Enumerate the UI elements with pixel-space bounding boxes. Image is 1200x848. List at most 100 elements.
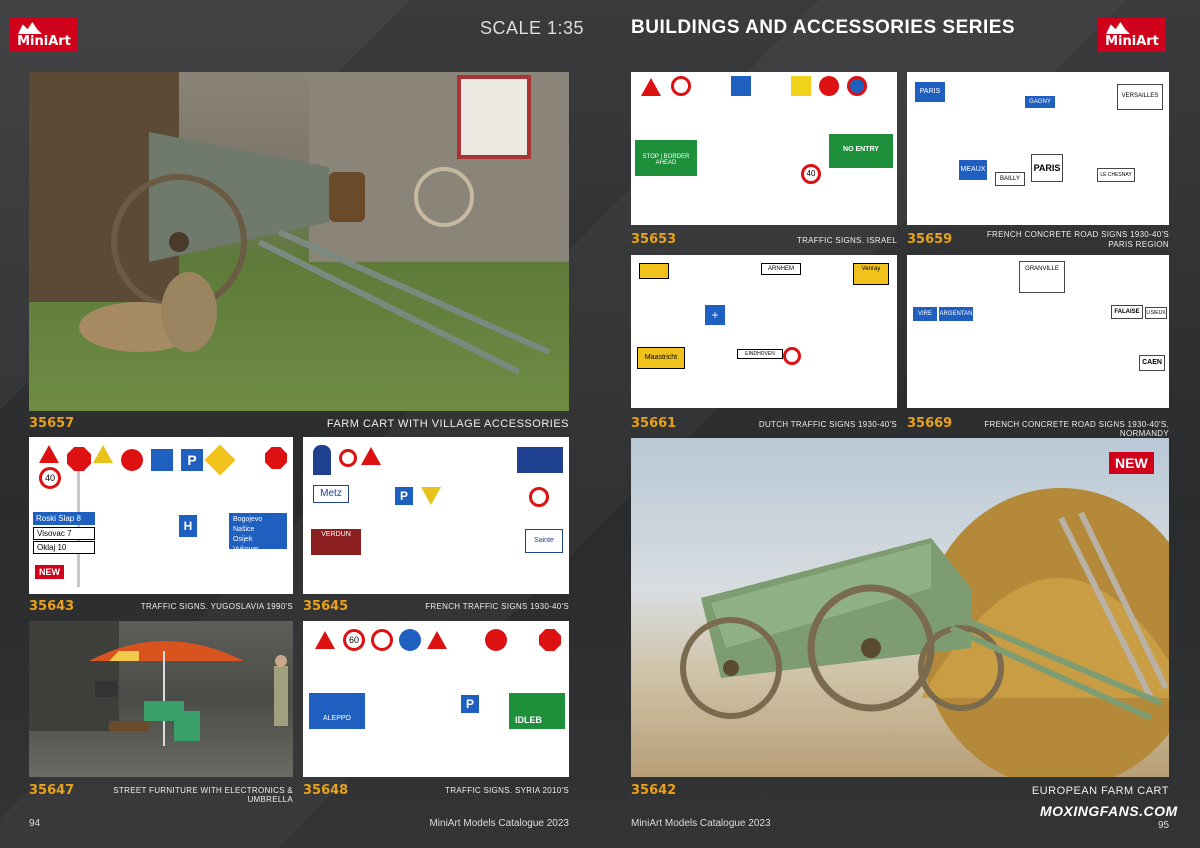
direction-sign: EINDHOVEN (737, 349, 783, 359)
milestone-sign: VIRE (913, 307, 937, 321)
sign-line: Našice (233, 526, 255, 533)
product-code: 35661 (631, 416, 677, 431)
direction-board: Bogojevo Našice Osijek Vukovar (229, 513, 287, 553)
milestone-sign: GRANVILLE (1019, 261, 1065, 293)
warning-sign-icon (361, 447, 381, 465)
milestone-sign: PARIS (1031, 154, 1063, 182)
product-name: TRAFFIC SIGNS. ISRAEL (796, 236, 897, 245)
speed-limit-sign: 60 (343, 629, 365, 651)
direction-sign: ARNHEM (761, 263, 801, 275)
direction-sign: Roski Slap 8 (33, 512, 95, 525)
milestone-sign: ARGENTAN (939, 307, 973, 321)
milestone-sign: GAGNY (1025, 96, 1055, 108)
miniart-logo-right: MiniArt (1098, 18, 1166, 52)
watermark: MOXINGFANS.COM (1040, 803, 1178, 819)
warning-sign-icon (641, 78, 661, 96)
milestone-sign: PARIS (915, 82, 945, 102)
prohibition-sign-icon (371, 629, 393, 651)
product-code: 35645 (303, 599, 349, 614)
sign-line: Vukovar (233, 546, 259, 553)
milestone-sign: MEAUX (959, 160, 987, 180)
town-sign (639, 263, 669, 279)
border-sign: STOP | BORDER AHEAD (635, 140, 697, 176)
direction-sign: Visovac 7 (33, 527, 95, 540)
farm-cart-illustration (29, 72, 569, 375)
product-image-35653: STOP | BORDER AHEAD NO ENTRY 40 (631, 72, 897, 225)
catalogue-title-right: MiniArt Models Catalogue 2023 (631, 818, 771, 829)
priority-sign-icon (204, 444, 236, 476)
product-name: FRENCH CONCRETE ROAD SIGNS 1930-40's. NO… (984, 420, 1169, 438)
product-image-35661: ARNHEM Venray + Maastricht EINDHOVEN (631, 255, 897, 408)
no-parking-sign-icon (529, 487, 549, 507)
product-image-35657 (29, 72, 569, 411)
direction-sign-icon (399, 629, 421, 651)
catalogue-title-left: MiniArt Models Catalogue 2023 (429, 818, 569, 829)
city-sign: ALEPPO (309, 693, 365, 729)
page-number-left: 94 (29, 818, 41, 829)
milestone-sign: VERSAILLES (1117, 84, 1163, 110)
product-code: 35648 (303, 783, 349, 798)
town-sign: Metz (313, 485, 349, 503)
town-sign: Venray (853, 263, 889, 285)
sign-line: Bogojevo (233, 516, 263, 523)
city-sign: IDLEB (509, 693, 565, 729)
product-name: EUROPEAN FARM CART (1031, 785, 1169, 797)
series-heading: BUILDINGS AND ACCESSORIES SERIES (631, 17, 1016, 38)
european-farm-cart-illustration (680, 488, 1169, 777)
product-image-35648: 60 ALEPPO P IDLEB (303, 621, 569, 777)
product-image-35642: NEW (631, 438, 1169, 777)
product-code: 35647 (29, 783, 75, 798)
crossing-sign-icon (731, 76, 751, 96)
milestone-sign: FALAISE (1111, 305, 1143, 319)
sign-line: Osijek (233, 536, 253, 543)
product-name: TRAFFIC SIGNS. YUGOSLAVIA 1990's (140, 602, 293, 611)
direction-sign: Oklaj 10 (33, 541, 95, 554)
new-badge: NEW (1109, 452, 1154, 474)
product-image-35645: Metz P VERDUN Sainte (303, 437, 569, 594)
speed-limit-sign: 40 (801, 164, 821, 184)
no-entry-sign-icon (819, 76, 839, 96)
product-code: 35653 (631, 232, 677, 247)
product-code: 35657 (29, 416, 75, 431)
direction-board: VERDUN (311, 529, 361, 555)
hospital-sign-icon: H (179, 515, 197, 537)
product-name: TRAFFIC SIGNS. SYRIA 2010's (445, 786, 569, 795)
stop-sign-icon (67, 447, 91, 471)
product-name: FRENCH TRAFFIC SIGNS 1930-40's (425, 602, 569, 611)
parking-sign-icon: P (395, 487, 413, 505)
info-sign-icon (791, 76, 811, 96)
warning-sign-icon (93, 445, 113, 463)
town-sign: Sainte (525, 529, 563, 553)
product-name: FRENCH CONCRETE ROAD SIGNS 1930-40's (986, 230, 1169, 239)
street-furniture-illustration (29, 621, 288, 746)
stop-sign-icon (539, 629, 561, 651)
product-image-35659: PARIS GAGNY VERSAILLES MEAUX BAILLY PARI… (907, 72, 1169, 225)
scale-heading: SCALE 1:35 (480, 18, 585, 38)
product-code: 35669 (907, 416, 953, 431)
page-number-right: 95 (1158, 820, 1170, 831)
no-parking-sign-icon (847, 76, 867, 96)
milestone-sign: BAILLY (995, 172, 1025, 186)
warning-sign-icon (427, 631, 447, 649)
milestone-sign: LE CHESNAY (1097, 168, 1135, 182)
crossing-sign-icon (151, 449, 173, 471)
speed-limit-sign: 40 (39, 467, 61, 489)
town-sign: Maastricht (637, 347, 685, 369)
stop-sign-icon (265, 447, 287, 469)
direction-board (517, 447, 563, 473)
miniart-logo-left: MiniArt (10, 18, 78, 52)
product-code: 35643 (29, 599, 75, 614)
new-badge: NEW (35, 565, 64, 579)
milestone-sign: LISIEUX (1145, 307, 1167, 319)
product-name-sub: PARIS REGION (1108, 240, 1169, 249)
parking-sign-icon: P (181, 449, 203, 471)
milestone-sign: CAEN (1139, 355, 1165, 371)
product-image-35647 (29, 621, 293, 777)
prohibition-sign-icon (783, 347, 801, 365)
warning-sign-icon (39, 445, 59, 463)
product-image-35643: 40 P Roski Slap 8 Visovac 7 Oklaj 10 H B… (29, 437, 293, 594)
product-code: 35659 (907, 232, 953, 247)
no-entry-sign-icon (121, 449, 143, 471)
product-name: FARM CART WITH VILLAGE ACCESSORIES (326, 418, 569, 430)
hospital-sign-icon: + (705, 305, 725, 325)
